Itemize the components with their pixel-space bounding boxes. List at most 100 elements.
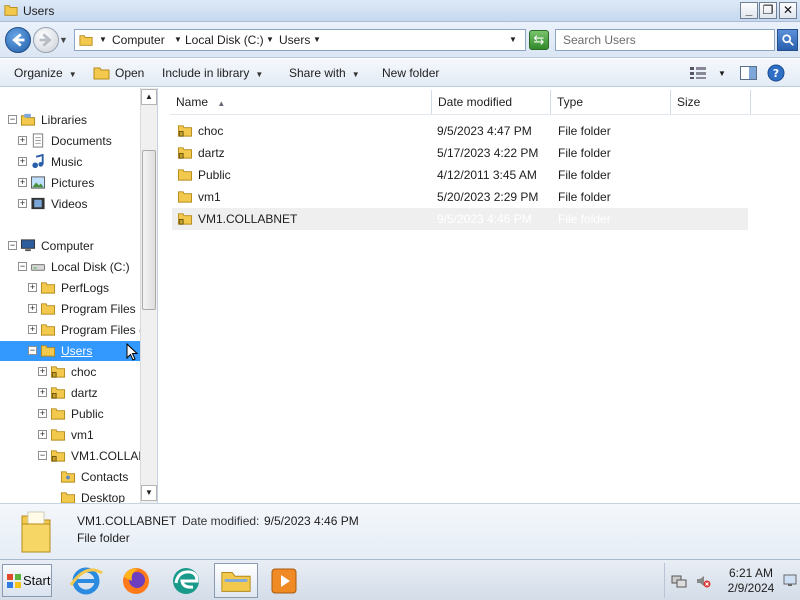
help-icon[interactable]: ? [767, 64, 785, 82]
collapse-toggle[interactable]: − [38, 451, 47, 460]
taskbar-file-explorer[interactable] [214, 563, 258, 598]
tree-item-desktop[interactable]: Desktop [0, 488, 140, 503]
expand-toggle[interactable]: + [38, 367, 47, 376]
computer-icon [20, 239, 36, 252]
taskbar-internet-explorer[interactable] [66, 563, 106, 598]
file-row-dartz[interactable]: dartz 5/17/2023 4:22 PM File folder [172, 142, 748, 164]
collapse-toggle[interactable]: − [28, 346, 37, 355]
tree-item-contacts[interactable]: Contacts [0, 467, 140, 487]
collapse-toggle[interactable]: − [18, 262, 27, 271]
scroll-up-button[interactable]: ▲ [141, 89, 157, 105]
expand-toggle[interactable]: + [28, 283, 37, 292]
expand-toggle[interactable]: + [38, 430, 47, 439]
tree-item-program-files[interactable]: + Program Files [0, 299, 140, 319]
tree-item-vm1[interactable]: + vm1 [0, 425, 140, 445]
column-header-name[interactable]: Name ▲ [170, 90, 432, 114]
tree-item-music[interactable]: + Music [0, 152, 140, 172]
organize-menu[interactable]: Organize ▼ [14, 66, 77, 80]
expand-toggle[interactable]: + [18, 199, 27, 208]
column-header-date-modified[interactable]: Date modified [432, 90, 551, 114]
folder-icon [40, 303, 56, 315]
expand-toggle[interactable]: + [28, 304, 37, 313]
breadcrumb-local-disk[interactable]: Local Disk (C:) [185, 33, 264, 47]
tree-item-perflogs[interactable]: + PerfLogs [0, 278, 140, 298]
tree-item-choc[interactable]: + choc [0, 362, 140, 382]
explorer-icon [221, 572, 251, 592]
navigation-scrollbar[interactable]: ▲ ▼ [140, 88, 157, 503]
breadcrumb-arrow[interactable]: ▼ [266, 35, 274, 44]
tree-item-vm1-collabnet[interactable]: − VM1.COLLAE [0, 446, 146, 466]
file-date: 5/17/2023 4:22 PM [437, 146, 539, 160]
expand-toggle[interactable]: + [18, 136, 27, 145]
share-with-menu[interactable]: Share with ▼ [289, 66, 360, 80]
tree-item-documents[interactable]: + Documents [0, 131, 140, 151]
breadcrumb-arrow[interactable]: ▼ [313, 35, 321, 44]
tree-label: Documents [51, 134, 112, 148]
tree-item-videos[interactable]: + Videos [0, 194, 140, 214]
breadcrumb-arrow[interactable]: ▼ [174, 35, 182, 44]
column-header-type[interactable]: Type [551, 90, 671, 114]
file-type: File folder [558, 124, 611, 138]
breadcrumb-users[interactable]: Users [279, 33, 310, 47]
search-button[interactable] [777, 29, 798, 51]
collapse-toggle[interactable]: − [8, 115, 17, 124]
tree-item-local-disk[interactable]: − Local Disk (C:) [0, 257, 140, 277]
scroll-thumb[interactable] [142, 150, 156, 310]
details-type: File folder [77, 531, 130, 545]
tree-item-libraries[interactable]: − Libraries [0, 110, 140, 130]
taskbar-firefox[interactable] [116, 563, 156, 598]
arrow-right-icon [39, 33, 52, 47]
recent-pages-dropdown[interactable]: ▼ [59, 35, 68, 45]
details-modified-label: Date modified: [182, 514, 260, 528]
collapse-toggle[interactable]: − [8, 241, 17, 250]
taskbar-edge[interactable] [166, 563, 206, 598]
organize-label: Organize [14, 66, 63, 80]
search-input[interactable]: Search Users [555, 29, 775, 51]
views-dropdown[interactable]: ▼ [718, 69, 726, 78]
file-row-choc[interactable]: choc 9/5/2023 4:47 PM File folder [172, 120, 748, 142]
tree-item-program-files-x86[interactable]: + Program Files ( [0, 320, 143, 340]
show-desktop-icon[interactable] [783, 573, 797, 587]
tree-item-public[interactable]: + Public [0, 404, 140, 424]
user-folder-icon [21, 511, 51, 553]
back-button[interactable] [5, 27, 31, 53]
tree-label: Desktop [81, 491, 126, 503]
taskbar-media-player[interactable] [265, 563, 305, 598]
user-folder-icon [50, 387, 66, 399]
file-row-public[interactable]: Public 4/12/2011 3:45 AM File folder [172, 164, 748, 186]
navigation-pane: − Libraries + Documents + Music + Pictur… [0, 88, 158, 503]
address-box[interactable]: ▼ Computer ▼ Local Disk (C:) ▼ Users ▼ ▼ [74, 29, 526, 51]
tree-item-pictures[interactable]: + Pictures [0, 173, 140, 193]
file-row-vm1[interactable]: vm1 5/20/2023 2:29 PM File folder [172, 186, 748, 208]
open-button[interactable]: Open [115, 66, 144, 80]
tree-item-users[interactable]: − Users [0, 341, 140, 361]
volume-muted-icon[interactable] [695, 573, 711, 589]
view-options-icon[interactable] [690, 67, 706, 79]
network-icon[interactable] [671, 573, 687, 589]
folder-icon [177, 169, 193, 181]
clock[interactable]: 6:21 AM 2/9/2024 [721, 566, 781, 596]
expand-toggle[interactable]: + [28, 325, 37, 334]
expand-toggle[interactable]: + [18, 157, 27, 166]
expand-toggle[interactable]: + [18, 178, 27, 187]
system-tray: 6:21 AM 2/9/2024 [664, 563, 800, 598]
tree-item-computer[interactable]: − Computer [0, 236, 140, 256]
scroll-down-button[interactable]: ▼ [141, 485, 157, 501]
address-history-dropdown[interactable]: ▼ [509, 35, 517, 44]
breadcrumb-computer[interactable]: Computer [112, 33, 165, 47]
close-button[interactable]: ✕ [779, 2, 797, 19]
include-in-library-menu[interactable]: Include in library ▼ [162, 66, 263, 80]
file-row-vm1-collabnet[interactable]: VM1.COLLABNET 9/5/2023 4:46 PM File fold… [172, 208, 748, 230]
minimize-button[interactable]: _ [740, 2, 758, 19]
preview-pane-icon[interactable] [740, 66, 757, 80]
column-header-size[interactable]: Size [671, 90, 751, 114]
maximize-button[interactable]: ❐ [759, 2, 777, 19]
breadcrumb-arrow[interactable]: ▼ [99, 35, 107, 44]
start-button[interactable]: Start [2, 564, 52, 597]
expand-toggle[interactable]: + [38, 409, 47, 418]
refresh-button[interactable]: ⇆ [529, 30, 549, 50]
expand-toggle[interactable]: + [38, 388, 47, 397]
tree-item-dartz[interactable]: + dartz [0, 383, 140, 403]
new-folder-button[interactable]: New folder [382, 66, 439, 80]
forward-button[interactable] [33, 27, 59, 53]
